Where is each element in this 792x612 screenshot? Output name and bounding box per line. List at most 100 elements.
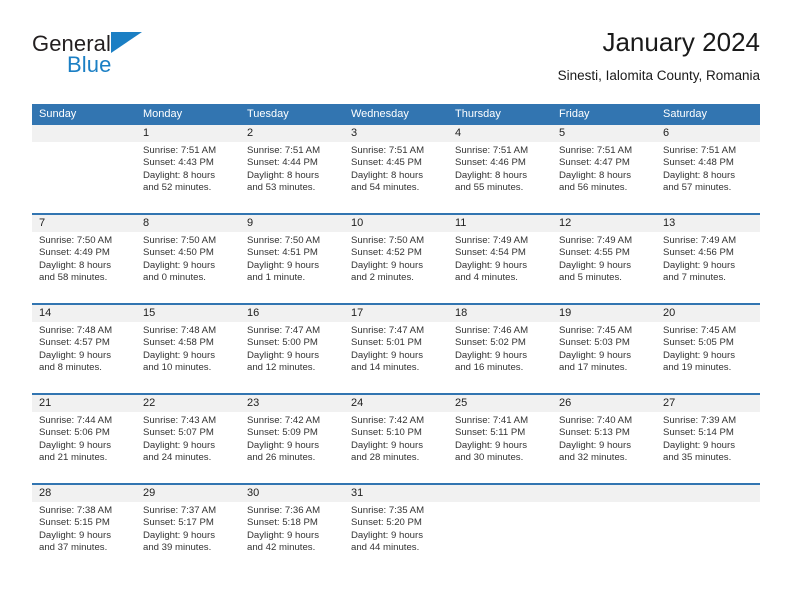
sunset-text: Sunset: 5:20 PM: [351, 517, 422, 529]
day-cell[interactable]: Sunrise: 7:38 AM Sunset: 5:15 PM Daylight:…: [32, 502, 136, 573]
day-number[interactable]: 3: [344, 125, 448, 142]
day-number[interactable]: 6: [656, 125, 760, 142]
day-cell[interactable]: Sunrise: 7:50 AM Sunset: 4:51 PM Daylight:…: [240, 232, 344, 303]
daylight-text: Daylight: 9 hours and 12 minutes.: [247, 349, 319, 374]
day-cell[interactable]: Sunrise: 7:50 AM Sunset: 4:49 PM Daylight:…: [32, 232, 136, 303]
day-cell[interactable]: Sunrise: 7:35 AM Sunset: 5:20 PM Daylight:…: [344, 502, 448, 573]
day-cell[interactable]: Sunrise: 7:39 AM Sunset: 5:14 PM Daylight:…: [656, 412, 760, 483]
day-number[interactable]: 16: [240, 305, 344, 322]
day-cell[interactable]: Sunrise: 7:42 AM Sunset: 5:09 PM Daylight:…: [240, 412, 344, 483]
day-number[interactable]: 28: [32, 485, 136, 502]
day-cell[interactable]: Sunrise: 7:45 AM Sunset: 5:05 PM Daylight:…: [656, 322, 760, 393]
sunrise-text: Sunrise: 7:35 AM: [351, 505, 425, 516]
day-cell[interactable]: Sunrise: 7:46 AM Sunset: 5:02 PM Daylight:…: [448, 322, 552, 393]
day-number[interactable]: 14: [32, 305, 136, 322]
day-cell[interactable]: Sunrise: 7:51 AM Sunset: 4:44 PM Daylight:…: [240, 142, 344, 213]
sunset-text: Sunset: 5:06 PM: [39, 427, 110, 439]
day-cell-empty: [552, 502, 656, 573]
sunset-text: Sunset: 4:43 PM: [143, 157, 214, 169]
daylight-text: Daylight: 9 hours and 10 minutes.: [143, 349, 215, 374]
day-number[interactable]: 25: [448, 395, 552, 412]
day-number[interactable]: 12: [552, 215, 656, 232]
sunset-text: Sunset: 5:13 PM: [559, 427, 630, 439]
day-number[interactable]: 30: [240, 485, 344, 502]
daylight-text: Daylight: 9 hours and 17 minutes.: [559, 349, 631, 374]
day-number[interactable]: 21: [32, 395, 136, 412]
day-cell[interactable]: Sunrise: 7:51 AM Sunset: 4:45 PM Daylight:…: [344, 142, 448, 213]
day-number[interactable]: 5: [552, 125, 656, 142]
day-number[interactable]: 8: [136, 215, 240, 232]
day-number[interactable]: 22: [136, 395, 240, 412]
sunrise-text: Sunrise: 7:50 AM: [39, 235, 113, 246]
day-number[interactable]: 7: [32, 215, 136, 232]
calendar-week-row: 7 8 9 10 11 12 13 Sunrise: 7:50 AM Sunset: 4:49 …: [32, 213, 760, 303]
day-cell[interactable]: Sunrise: 7:48 AM Sunset: 4:57 PM Daylight:…: [32, 322, 136, 393]
page-subtitle: Sinesti, Ialomita County, Romania: [557, 68, 760, 83]
day-number[interactable]: 2: [240, 125, 344, 142]
sunset-text: Sunset: 4:50 PM: [143, 247, 214, 259]
day-cell[interactable]: Sunrise: 7:50 AM Sunset: 4:52 PM Daylight:…: [344, 232, 448, 303]
day-number-row: 21 22 23 24 25 26 27: [32, 395, 760, 412]
daylight-text: Daylight: 9 hours and 39 minutes.: [143, 529, 215, 554]
day-number: [32, 125, 136, 142]
day-number[interactable]: 13: [656, 215, 760, 232]
day-number[interactable]: 10: [344, 215, 448, 232]
sunrise-text: Sunrise: 7:38 AM: [39, 505, 113, 516]
day-number[interactable]: 20: [656, 305, 760, 322]
day-cell[interactable]: Sunrise: 7:51 AM Sunset: 4:46 PM Daylight:…: [448, 142, 552, 213]
day-number[interactable]: 18: [448, 305, 552, 322]
day-cell[interactable]: Sunrise: 7:41 AM Sunset: 5:11 PM Daylight:…: [448, 412, 552, 483]
day-number[interactable]: 31: [344, 485, 448, 502]
day-cell[interactable]: Sunrise: 7:51 AM Sunset: 4:48 PM Daylight:…: [656, 142, 760, 213]
day-number: [552, 485, 656, 502]
day-cell[interactable]: Sunrise: 7:36 AM Sunset: 5:18 PM Daylight:…: [240, 502, 344, 573]
day-number[interactable]: 17: [344, 305, 448, 322]
day-number-row: 123456: [32, 125, 760, 142]
day-cell[interactable]: Sunrise: 7:42 AM Sunset: 5:10 PM Daylight:…: [344, 412, 448, 483]
day-cell[interactable]: Sunrise: 7:50 AM Sunset: 4:50 PM Daylight:…: [136, 232, 240, 303]
day-number[interactable]: 4: [448, 125, 552, 142]
day-number[interactable]: 15: [136, 305, 240, 322]
brand-logo-blue-text: Blue: [67, 52, 112, 77]
daylight-text: Daylight: 8 hours and 52 minutes.: [143, 169, 215, 194]
day-cell[interactable]: Sunrise: 7:43 AM Sunset: 5:07 PM Daylight:…: [136, 412, 240, 483]
daylight-text: Daylight: 9 hours and 42 minutes.: [247, 529, 319, 554]
day-cell[interactable]: Sunrise: 7:49 AM Sunset: 4:55 PM Daylight:…: [552, 232, 656, 303]
day-number[interactable]: 27: [656, 395, 760, 412]
day-number: [656, 485, 760, 502]
sunset-text: Sunset: 4:58 PM: [143, 337, 214, 349]
daylight-text: Daylight: 9 hours and 24 minutes.: [143, 439, 215, 464]
day-number-row: 14 15 16 17 18 19 20: [32, 305, 760, 322]
day-cell[interactable]: Sunrise: 7:51 AM Sunset: 4:47 PM Daylight:…: [552, 142, 656, 213]
daylight-text: Daylight: 8 hours and 57 minutes.: [663, 169, 735, 194]
day-cell[interactable]: Sunrise: 7:44 AM Sunset: 5:06 PM Daylight:…: [32, 412, 136, 483]
day-cell[interactable]: Sunrise: 7:47 AM Sunset: 5:01 PM Daylight:…: [344, 322, 448, 393]
day-number[interactable]: 23: [240, 395, 344, 412]
day-cell[interactable]: Sunrise: 7:49 AM Sunset: 4:54 PM Daylight:…: [448, 232, 552, 303]
day-number[interactable]: 26: [552, 395, 656, 412]
sunset-text: Sunset: 4:48 PM: [663, 157, 734, 169]
day-number[interactable]: 29: [136, 485, 240, 502]
day-cell[interactable]: Sunrise: 7:47 AM Sunset: 5:00 PM Daylight:…: [240, 322, 344, 393]
day-cell[interactable]: Sunrise: 7:45 AM Sunset: 5:03 PM Daylight:…: [552, 322, 656, 393]
sunset-text: Sunset: 5:01 PM: [351, 337, 422, 349]
day-number[interactable]: 11: [448, 215, 552, 232]
weekday-header-monday: Monday: [143, 108, 183, 120]
sunset-text: Sunset: 5:00 PM: [247, 337, 318, 349]
page-header: General Blue January 2024 Sinesti, Ialom…: [32, 26, 760, 94]
daylight-text: Daylight: 9 hours and 7 minutes.: [663, 259, 735, 284]
day-number[interactable]: 1: [136, 125, 240, 142]
sunset-text: Sunset: 5:07 PM: [143, 427, 214, 439]
day-cell[interactable]: Sunrise: 7:48 AM Sunset: 4:58 PM Daylight:…: [136, 322, 240, 393]
sunset-text: Sunset: 4:55 PM: [559, 247, 630, 259]
day-cell[interactable]: Sunrise: 7:40 AM Sunset: 5:13 PM Daylight:…: [552, 412, 656, 483]
daylight-text: Daylight: 8 hours and 58 minutes.: [39, 259, 111, 284]
day-cell[interactable]: Sunrise: 7:37 AM Sunset: 5:17 PM Daylight:…: [136, 502, 240, 573]
sunrise-text: Sunrise: 7:49 AM: [455, 235, 529, 246]
day-number[interactable]: 19: [552, 305, 656, 322]
day-cell[interactable]: Sunrise: 7:51 AM Sunset: 4:43 PM Daylight:…: [136, 142, 240, 213]
day-number[interactable]: 9: [240, 215, 344, 232]
day-cell[interactable]: Sunrise: 7:49 AM Sunset: 4:56 PM Daylight:…: [656, 232, 760, 303]
sunrise-text: Sunrise: 7:37 AM: [143, 505, 217, 516]
day-number[interactable]: 24: [344, 395, 448, 412]
